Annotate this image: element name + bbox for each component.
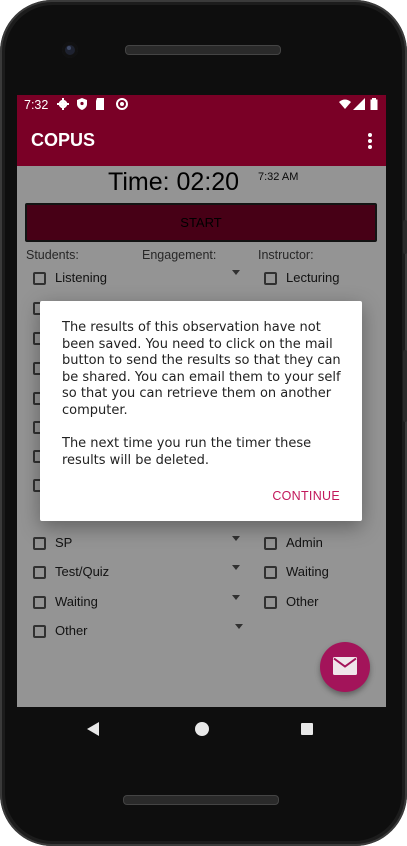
shield-icon bbox=[77, 98, 87, 110]
unsaved-results-dialog: The results of this observation have not… bbox=[40, 301, 362, 521]
screen: 7:32 COPUS Time: 02:20 7:32 AM START Stu… bbox=[17, 95, 386, 707]
status-time: 7:32 bbox=[24, 98, 49, 112]
dialog-message-warning: The next time you run the timer these re… bbox=[62, 436, 312, 468]
app-bar: COPUS bbox=[17, 116, 386, 166]
mail-button[interactable] bbox=[320, 642, 370, 692]
bottom-speaker bbox=[123, 795, 279, 805]
wifi-icon bbox=[339, 99, 351, 109]
status-bar: 7:32 bbox=[17, 95, 386, 116]
mail-icon bbox=[333, 657, 357, 675]
gear-icon bbox=[57, 98, 69, 110]
side-button-volume bbox=[403, 350, 407, 422]
front-camera bbox=[62, 42, 78, 58]
continue-button[interactable]: CONTINUE bbox=[272, 489, 340, 503]
signal-icon bbox=[353, 98, 365, 110]
recents-icon[interactable] bbox=[301, 723, 313, 735]
sd-card-icon bbox=[96, 98, 104, 110]
battery-icon bbox=[370, 98, 378, 110]
side-button-power bbox=[403, 220, 407, 254]
app-title: COPUS bbox=[31, 130, 96, 150]
navigation-bar bbox=[17, 707, 386, 751]
home-icon[interactable] bbox=[195, 722, 209, 736]
earpiece-speaker bbox=[125, 45, 281, 55]
overflow-menu-icon[interactable] bbox=[368, 133, 372, 149]
back-icon[interactable] bbox=[87, 722, 99, 736]
sync-icon bbox=[116, 98, 128, 110]
dialog-message: The results of this observation have not… bbox=[62, 320, 341, 418]
